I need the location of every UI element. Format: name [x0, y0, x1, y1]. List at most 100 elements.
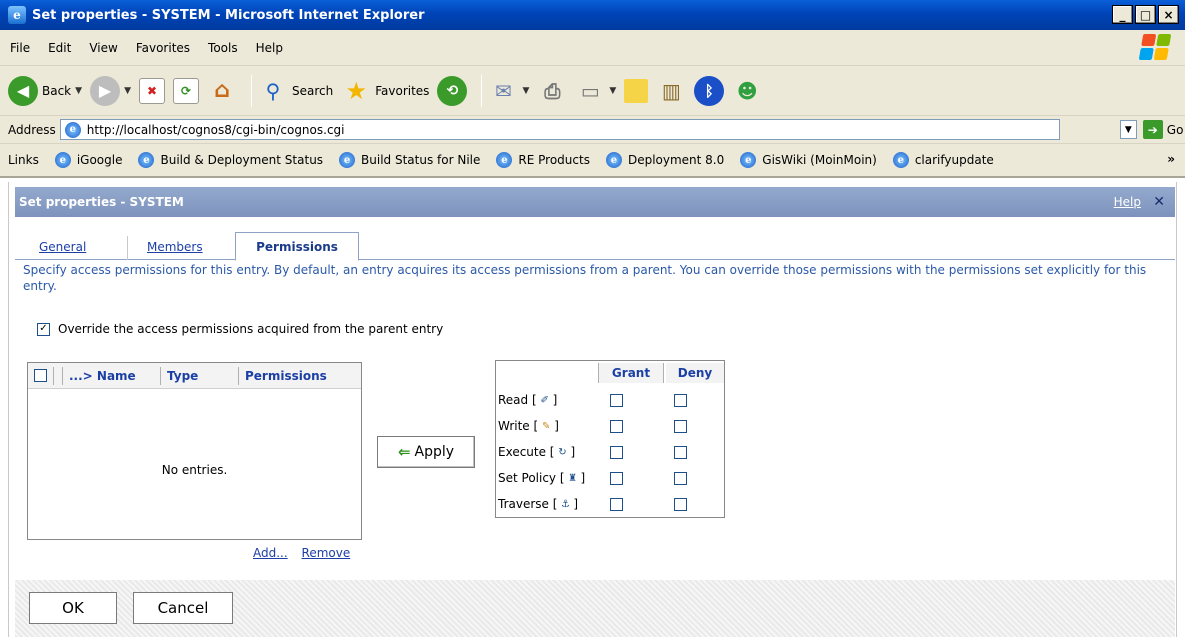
arrow-left-icon: ⇐	[397, 443, 411, 461]
chevron-down-icon[interactable]: ▼	[75, 86, 82, 96]
links-label: Links	[8, 153, 39, 167]
deny-read-checkbox[interactable]	[674, 393, 687, 407]
bluetooth-button[interactable]: ᛒ	[694, 75, 725, 106]
history-icon: ⟲	[437, 75, 468, 106]
apply-button[interactable]: ⇐ Apply	[377, 436, 475, 468]
deny-set-policy-checkbox[interactable]	[674, 471, 687, 485]
deny-column-header: Deny	[666, 363, 724, 383]
chevron-down-icon[interactable]: ▼	[522, 86, 529, 96]
override-label: Override the access permissions acquired…	[58, 322, 444, 336]
print-button[interactable]: ⎙	[537, 76, 567, 106]
link-label: Build & Deployment Status	[160, 153, 324, 167]
minimize-button[interactable]: _	[1112, 5, 1133, 24]
grant-execute-checkbox[interactable]	[610, 445, 623, 459]
close-window-button[interactable]: ×	[1158, 5, 1179, 24]
close-icon[interactable]: ✕	[1153, 194, 1165, 210]
ie-page-icon: e	[54, 152, 71, 168]
address-dropdown-button[interactable]: ▼	[1119, 120, 1137, 139]
home-icon: ⌂	[214, 78, 230, 103]
ie-page-icon: e	[740, 152, 757, 168]
deny-write-checkbox[interactable]	[674, 419, 687, 433]
mail-icon: ✉	[495, 78, 512, 103]
empty-message: No entries.	[161, 463, 228, 477]
forward-button[interactable]: ▶ ▼	[90, 75, 131, 106]
links-more-chevron-icon[interactable]: »	[1167, 152, 1175, 166]
cancel-button[interactable]: Cancel	[133, 592, 233, 624]
address-label: Address	[8, 122, 56, 137]
add-link[interactable]: Add...	[253, 546, 288, 560]
help-link[interactable]: Help	[1114, 195, 1141, 209]
address-input[interactable]: e http://localhost/cognos8/cgi-bin/cogno…	[59, 119, 1060, 140]
link-re-products[interactable]: e RE Products	[496, 152, 590, 168]
refresh-button[interactable]: ⟳	[172, 77, 199, 104]
link-deployment-8[interactable]: e Deployment 8.0	[605, 152, 725, 168]
name-column-header[interactable]: ...> Name	[63, 366, 161, 385]
ie-page-icon: e	[339, 152, 356, 168]
menu-edit[interactable]: Edit	[48, 41, 71, 55]
tab-general[interactable]: General	[39, 240, 86, 254]
stop-button[interactable]: ✖	[138, 77, 165, 104]
permissions-column-header[interactable]: Permissions	[239, 367, 333, 385]
menu-file[interactable]: File	[10, 41, 30, 55]
link-build-deployment-status[interactable]: e Build & Deployment Status	[138, 152, 323, 168]
link-label: Deployment 8.0	[627, 153, 725, 167]
go-button[interactable]: ➔ Go	[1142, 120, 1183, 139]
deny-traverse-checkbox[interactable]	[674, 497, 687, 511]
menu-tools[interactable]: Tools	[208, 41, 238, 55]
tab-members[interactable]: Members	[147, 240, 203, 254]
link-label: GisWiki (MoinMoin)	[762, 153, 877, 167]
permission-row-write: Write [✎]	[498, 413, 724, 439]
override-checkbox[interactable]: ✓	[37, 322, 50, 336]
link-giswiki[interactable]: e GisWiki (MoinMoin)	[740, 152, 877, 168]
print-icon: ⎙	[544, 78, 561, 103]
toolbar-separator	[250, 74, 252, 107]
permission-label: Execute [↻]	[498, 445, 575, 459]
grant-traverse-checkbox[interactable]	[610, 497, 623, 511]
favorites-button[interactable]: ★ Favorites	[341, 76, 429, 106]
permission-text: Read [	[498, 393, 537, 407]
write-icon: ✎	[541, 420, 551, 432]
edit-button[interactable]: ▭ ▼	[575, 76, 616, 106]
back-button[interactable]: ◀ Back ▼	[8, 75, 82, 106]
link-build-status-nile[interactable]: e Build Status for Nile	[339, 152, 480, 168]
menu-view[interactable]: View	[89, 41, 117, 55]
permission-label: Set Policy [♜]	[498, 471, 585, 485]
link-clarifyupdate[interactable]: e clarifyupdate	[892, 152, 994, 168]
permission-bracket: ]	[552, 393, 558, 407]
messenger-button[interactable]: ☻	[732, 76, 762, 106]
maximize-button[interactable]: □	[1135, 5, 1156, 24]
ie-logo-icon: e	[8, 6, 26, 24]
grant-set-policy-checkbox[interactable]	[610, 471, 623, 485]
menu-favorites[interactable]: Favorites	[136, 41, 190, 55]
ie-page-icon: e	[892, 152, 909, 168]
permission-label: Write [✎]	[498, 419, 559, 433]
ie-page-icon: e	[64, 121, 81, 138]
research-button[interactable]: ▥	[656, 76, 686, 106]
ok-button[interactable]: OK	[29, 592, 117, 624]
history-button[interactable]: ⟲	[437, 75, 468, 106]
override-permissions-option: ✓ Override the access permissions acquir…	[37, 322, 443, 336]
grant-write-checkbox[interactable]	[610, 419, 623, 433]
permission-row-execute: Execute [↻]	[498, 439, 724, 465]
home-button[interactable]: ⌂	[207, 76, 237, 106]
chevron-down-icon[interactable]: ▼	[609, 86, 616, 96]
mail-button[interactable]: ✉ ▼	[488, 76, 529, 106]
menu-bar: File Edit View Favorites Tools Help	[0, 30, 1185, 66]
permission-bracket: ]	[573, 497, 579, 511]
notes-button[interactable]	[624, 78, 649, 103]
chevron-down-icon[interactable]: ▼	[124, 86, 131, 96]
deny-execute-checkbox[interactable]	[674, 445, 687, 459]
tab-permissions[interactable]: Permissions	[235, 232, 359, 261]
grant-read-checkbox[interactable]	[610, 393, 623, 407]
bluetooth-icon: ᛒ	[694, 75, 725, 106]
search-button[interactable]: ⚲ Search	[258, 76, 334, 106]
tab-bar: General Members Permissions	[15, 232, 1175, 261]
link-igoogle[interactable]: e iGoogle	[54, 152, 122, 168]
remove-link[interactable]: Remove	[302, 546, 351, 560]
select-all-checkbox[interactable]	[34, 369, 47, 382]
stop-icon: ✖	[138, 77, 165, 104]
type-column-header[interactable]: Type	[161, 366, 239, 385]
menu-help[interactable]: Help	[256, 41, 283, 55]
permission-row-read: Read [✐]	[498, 387, 724, 413]
grant-column-header: Grant	[598, 363, 664, 383]
